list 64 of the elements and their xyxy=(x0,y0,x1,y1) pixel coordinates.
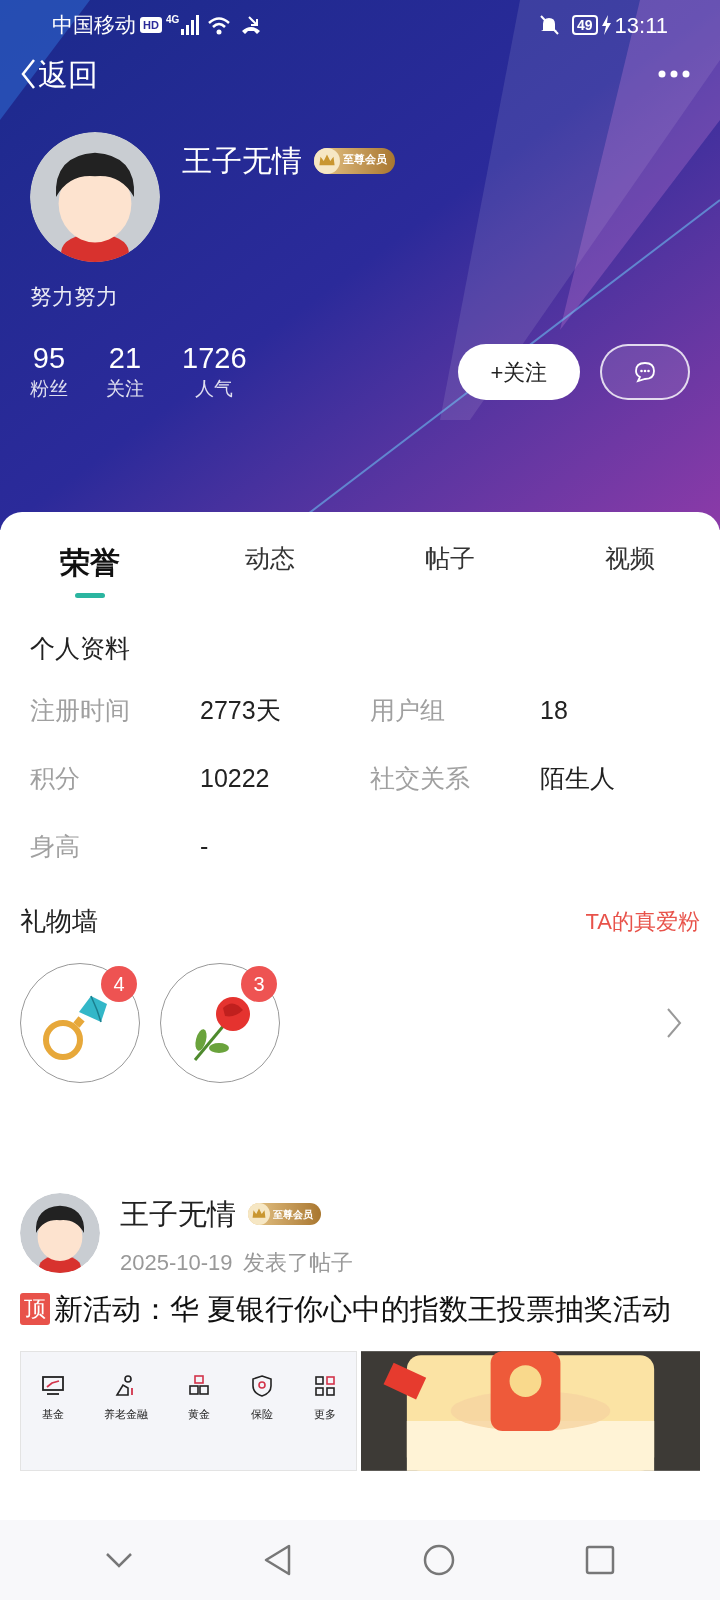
network-type: 4G xyxy=(165,13,180,27)
user-bio: 努力努力 xyxy=(29,283,119,311)
user-name: 王子无情 xyxy=(182,143,302,179)
back-button[interactable]: 返回 xyxy=(20,51,98,97)
pinned-tag: 顶 xyxy=(20,1293,50,1325)
fans-link[interactable]: TA的真爱粉 xyxy=(585,904,700,938)
field-label: 用户组 xyxy=(370,694,446,726)
wifi-icon xyxy=(207,15,232,35)
field-label: 注册时间 xyxy=(30,694,131,726)
follow-button[interactable]: +关注 xyxy=(458,344,580,401)
chart-monitor-icon xyxy=(40,1374,65,1398)
menu-label: 黄金 xyxy=(187,1407,210,1422)
menu-label: 更多 xyxy=(313,1407,336,1422)
field-label: 身高 xyxy=(30,830,81,862)
collapse-icon[interactable] xyxy=(105,1552,133,1568)
tab[interactable]: 动态 xyxy=(180,540,360,578)
chat-icon xyxy=(634,361,656,384)
back-nav-icon[interactable] xyxy=(263,1544,293,1576)
clock-time: 13:11 xyxy=(614,11,668,40)
tab[interactable]: 视频 xyxy=(540,540,720,578)
tab[interactable]: 帖子 xyxy=(360,540,540,578)
menu-label: 基金 xyxy=(41,1407,64,1422)
hd-indicator: HD xyxy=(140,16,162,34)
author-name: 王子无情 xyxy=(120,1196,236,1232)
section-title: 个人资料 xyxy=(29,633,131,664)
section-title: 礼物墙 xyxy=(20,904,98,938)
shield-icon xyxy=(249,1374,274,1398)
carrier-name: 中国移动 xyxy=(52,12,136,39)
field-label: 积分 xyxy=(30,762,81,794)
post-date: 2025-10-19 xyxy=(120,1249,233,1277)
signal-icon xyxy=(181,15,200,35)
back-icon xyxy=(20,58,38,90)
muted-bell-icon xyxy=(538,14,560,36)
menu-label: 养老金融 xyxy=(103,1407,148,1422)
post-title[interactable]: 顶 新活动：华 夏银行你心中的指数王投票抽奖活动 xyxy=(20,1287,672,1331)
field-value: 陌生人 xyxy=(540,762,616,794)
menu-label: 保险 xyxy=(250,1407,273,1422)
stat-label: 人气 xyxy=(195,377,234,401)
field-label: 社交关系 xyxy=(370,762,471,794)
field-value: 18 xyxy=(540,694,569,726)
count-badge: 3 xyxy=(241,965,277,1002)
field-value: - xyxy=(200,830,210,862)
charging-icon xyxy=(600,15,611,35)
field-value: 10222 xyxy=(200,762,271,794)
battery-level: 49 xyxy=(572,15,598,35)
stat-value: 1726 xyxy=(182,341,247,375)
tab[interactable]: 荣誉 xyxy=(0,540,180,598)
stat-label: 粉丝 xyxy=(30,377,68,401)
vip-badge: 至尊会员 xyxy=(314,147,395,174)
stat-value: 21 xyxy=(108,341,142,375)
post-action: 发表了帖子 xyxy=(242,1249,353,1277)
recents-icon[interactable] xyxy=(585,1545,615,1575)
vip-badge: 至尊会员 xyxy=(248,1203,321,1226)
stat-label: 关注 xyxy=(106,377,144,401)
more-icon[interactable] xyxy=(658,70,690,78)
grid-icon xyxy=(312,1374,337,1398)
crown-icon xyxy=(248,1203,270,1226)
crown-icon xyxy=(314,147,340,174)
home-icon[interactable] xyxy=(423,1544,455,1576)
count-badge: 4 xyxy=(101,965,137,1002)
stacked-bars-icon xyxy=(186,1374,211,1398)
field-value: 2773天 xyxy=(200,694,282,726)
chevron-right-icon[interactable] xyxy=(666,1006,682,1039)
stat-value: 95 xyxy=(32,341,66,375)
